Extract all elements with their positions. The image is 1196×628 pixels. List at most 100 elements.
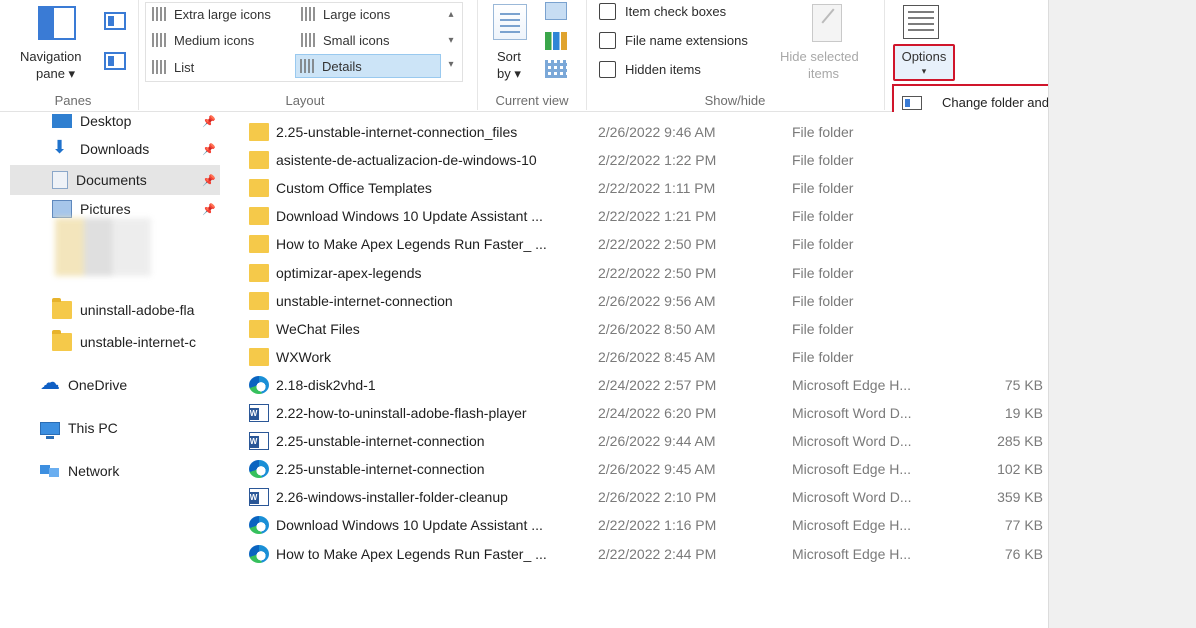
file-type: Microsoft Word D... <box>792 433 912 450</box>
nav-item-documents[interactable]: Documents 📌 <box>10 165 220 195</box>
file-name[interactable]: unstable-internet-connection <box>276 293 596 309</box>
pin-icon[interactable]: 📌 <box>202 115 216 128</box>
pin-icon[interactable]: 📌 <box>202 143 216 156</box>
file-date-modified: 2/24/2022 2:57 PM <box>598 376 717 393</box>
item-check-boxes-label[interactable]: Item check boxes <box>625 4 726 19</box>
word-document-icon <box>249 488 269 507</box>
layout-scroll-up-icon[interactable]: ▴ <box>442 2 460 28</box>
item-check-boxes-checkbox[interactable] <box>599 3 616 20</box>
file-row[interactable]: Download Windows 10 Update Assistant ...… <box>245 202 1045 230</box>
file-name[interactable]: 2.26-windows-installer-folder-cleanup <box>276 489 596 505</box>
file-row[interactable]: asistente-de-actualizacion-de-windows-10… <box>245 146 1045 174</box>
nav-item-onedrive[interactable]: OneDrive <box>10 370 220 400</box>
documents-icon <box>52 171 68 189</box>
file-row[interactable]: Custom Office Templates 2/22/2022 1:11 PM… <box>245 174 1045 202</box>
file-list: 2.25-unstable-internet-connection_files 2… <box>225 112 1048 628</box>
layout-expand-icon[interactable]: ▾ <box>442 52 460 78</box>
blurred-region <box>55 218 151 276</box>
layout-extra-large-icons[interactable]: Extra large icons <box>148 2 271 26</box>
preview-pane-icon[interactable] <box>104 12 126 30</box>
layout-details[interactable]: Details <box>295 54 441 78</box>
nav-item-network[interactable]: Network <box>10 456 220 486</box>
file-date-modified: 2/24/2022 6:20 PM <box>598 405 717 421</box>
file-name[interactable]: Download Windows 10 Update Assistant ... <box>276 208 596 224</box>
file-name[interactable]: 2.25-unstable-internet-connection <box>276 433 596 449</box>
file-row[interactable]: WeChat Files 2/26/2022 8:50 AM File folder <box>245 315 1045 343</box>
sort-by-icon[interactable] <box>493 4 527 40</box>
sort-by-dropdown[interactable]: by ▾ <box>497 66 521 82</box>
details-icon <box>300 59 316 73</box>
file-row[interactable]: 2.26-windows-installer-folder-cleanup2/2… <box>245 483 1045 511</box>
file-row[interactable]: 2.25-unstable-internet-connection_files 2… <box>245 118 1045 146</box>
file-name[interactable]: How to Make Apex Legends Run Faster_ ... <box>276 236 596 252</box>
options-button[interactable]: Options ▾ <box>893 44 955 81</box>
file-date-modified: 2/22/2022 2:50 PM <box>598 264 717 281</box>
options-icon[interactable] <box>903 5 939 39</box>
file-row[interactable]: How to Make Apex Legends Run Faster_ ...… <box>245 230 1045 258</box>
group-by-icon[interactable] <box>545 2 567 20</box>
file-row[interactable]: 2.18-disk2vhd-1 2/24/2022 2:57 PM Microsof… <box>245 371 1045 399</box>
file-type: File folder <box>792 180 854 197</box>
file-row[interactable]: WXWork 2/26/2022 8:45 AM File folder <box>245 343 1045 371</box>
hide-selected-items-label[interactable]: Hide selected <box>780 49 859 64</box>
file-row[interactable]: 2.25-unstable-internet-connection2/26/20… <box>245 455 1045 483</box>
folder-icon <box>52 330 72 351</box>
size-columns-icon[interactable] <box>545 60 567 78</box>
hide-selected-items-icon[interactable] <box>812 4 842 42</box>
add-columns-icon[interactable] <box>545 32 567 50</box>
file-name-extensions-checkbox[interactable] <box>599 32 616 49</box>
nav-item-pictures[interactable]: Pictures 📌 <box>10 198 220 220</box>
nav-item-uninstall-adobe[interactable]: uninstall-adobe-fla <box>10 295 220 325</box>
pin-icon[interactable]: 📌 <box>202 203 216 216</box>
navigation-pane-dropdown[interactable]: pane ▾ <box>36 66 75 82</box>
file-type: File folder <box>792 208 854 225</box>
navigation-pane-label[interactable]: Navigation <box>20 49 81 64</box>
file-name[interactable]: Download Windows 10 Update Assistant ... <box>276 517 596 533</box>
file-size: 285 KB <box>997 433 1043 450</box>
file-size: 359 KB <box>997 489 1043 506</box>
edge-html-icon <box>249 460 269 479</box>
nav-item-this-pc[interactable]: This PC <box>10 413 220 443</box>
file-date-modified: 2/22/2022 1:21 PM <box>598 208 717 225</box>
file-row[interactable]: How to Make Apex Legends Run Faster_ ...… <box>245 540 1045 568</box>
layout-scroll-down-icon[interactable]: ▾ <box>442 28 460 54</box>
ribbon: Navigation pane ▾ Panes Extra large icon… <box>0 0 1048 112</box>
hidden-items-checkbox[interactable] <box>599 61 616 78</box>
navigation-pane-icon[interactable] <box>38 6 78 42</box>
layout-medium-icons[interactable]: Medium icons <box>148 28 254 52</box>
file-row[interactable]: Download Windows 10 Update Assistant ...… <box>245 511 1045 539</box>
file-name[interactable]: 2.25-unstable-internet-connection_files <box>276 124 596 140</box>
file-row[interactable]: 2.25-unstable-internet-connection2/26/20… <box>245 427 1045 455</box>
layout-list[interactable]: List <box>148 55 194 79</box>
file-size: 76 KB <box>1004 545 1043 562</box>
nav-item-downloads[interactable]: Downloads 📌 <box>10 134 220 164</box>
layout-large-icons[interactable]: Large icons <box>297 2 390 26</box>
file-name[interactable]: How to Make Apex Legends Run Faster_ ... <box>276 546 596 562</box>
sort-by-label[interactable]: Sort <box>497 49 521 64</box>
file-row[interactable]: optimizar-apex-legends 2/22/2022 2:50 PM F… <box>245 259 1045 287</box>
file-row[interactable]: 2.22-how-to-uninstall-adobe-flash-player… <box>245 399 1045 427</box>
file-date-modified: 2/26/2022 9:46 AM <box>598 124 716 140</box>
file-name[interactable]: 2.25-unstable-internet-connection <box>276 461 596 477</box>
hidden-items-label[interactable]: Hidden items <box>625 62 701 77</box>
nav-item-desktop[interactable]: Desktop 📌 <box>10 106 220 136</box>
file-name[interactable]: WXWork <box>276 349 596 365</box>
pin-icon[interactable]: 📌 <box>202 174 216 187</box>
file-name[interactable]: 2.18-disk2vhd-1 <box>276 377 596 393</box>
file-date-modified: 2/26/2022 2:10 PM <box>598 489 717 506</box>
file-row[interactable]: unstable-internet-connection 2/26/2022 9:… <box>245 287 1045 315</box>
file-name[interactable]: optimizar-apex-legends <box>276 265 596 281</box>
layout-small-icons[interactable]: Small icons <box>297 28 389 52</box>
file-type: Microsoft Edge H... <box>792 545 912 562</box>
file-name[interactable]: asistente-de-actualizacion-de-windows-10 <box>276 152 596 168</box>
nav-item-unstable-internet[interactable]: unstable-internet-c <box>10 327 220 357</box>
folder-icon <box>249 291 269 310</box>
file-name-extensions-label[interactable]: File name extensions <box>625 33 748 48</box>
file-size: 102 KB <box>997 461 1043 478</box>
file-name[interactable]: Custom Office Templates <box>276 180 596 196</box>
file-name[interactable]: WeChat Files <box>276 321 596 337</box>
file-name[interactable]: 2.22-how-to-uninstall-adobe-flash-player <box>276 405 596 421</box>
divider <box>884 0 885 110</box>
divider <box>477 0 478 110</box>
details-pane-icon[interactable] <box>104 52 126 70</box>
